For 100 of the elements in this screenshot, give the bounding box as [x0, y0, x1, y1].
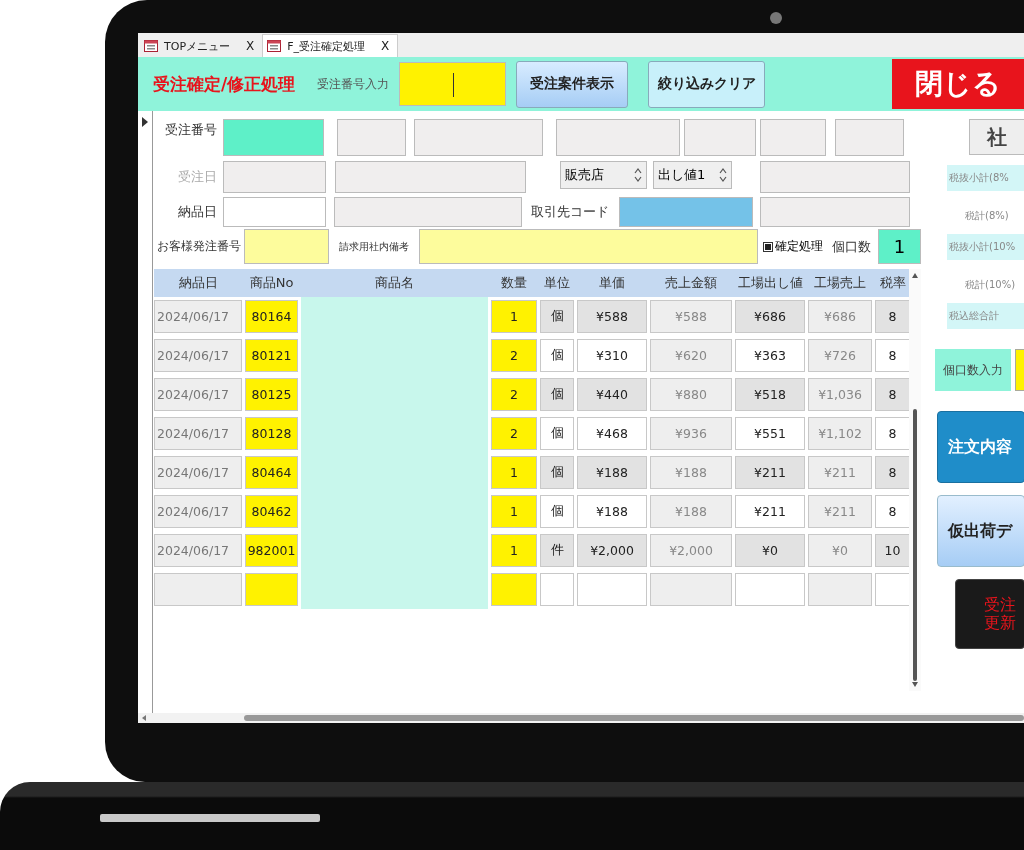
table-cell[interactable]: 2024/06/17 — [154, 378, 242, 411]
table-cell[interactable]: ¥518 — [735, 378, 805, 411]
checkbox[interactable] — [763, 241, 773, 252]
tab-close-button[interactable]: X — [246, 39, 255, 53]
table-cell[interactable]: ¥551 — [735, 417, 805, 450]
table-cell[interactable]: 80125 — [245, 378, 298, 411]
spinner-icon — [719, 168, 727, 182]
text-field[interactable] — [684, 119, 756, 156]
table-cell[interactable]: 8 — [875, 300, 910, 333]
text-field[interactable] — [414, 119, 543, 156]
table-cell[interactable]: ¥211 — [735, 495, 805, 528]
table-cell[interactable]: ¥588 — [577, 300, 647, 333]
table-cell[interactable]: 個 — [540, 339, 574, 372]
text-field[interactable] — [556, 119, 680, 156]
new-record-cell[interactable] — [650, 573, 732, 606]
dropdown[interactable]: 販売店 — [560, 161, 647, 189]
text-field[interactable] — [223, 197, 326, 227]
table-cell[interactable]: 個 — [540, 456, 574, 489]
text-field[interactable] — [337, 119, 406, 156]
header-button[interactable]: 受注案件表示 — [516, 60, 629, 108]
masked-cell[interactable] — [301, 570, 488, 609]
table-cell[interactable]: 2024/06/17 — [154, 534, 242, 567]
dropdown[interactable]: 出し値1 — [653, 161, 732, 189]
table-cell[interactable]: 2 — [491, 378, 537, 411]
table-cell[interactable]: ¥2,000 — [577, 534, 647, 567]
text-field[interactable] — [760, 197, 910, 227]
new-record-cell[interactable] — [735, 573, 805, 606]
text-field[interactable] — [760, 119, 826, 156]
table-cell[interactable]: ¥468 — [577, 417, 647, 450]
action-button[interactable]: 仮出荷デ — [937, 495, 1024, 567]
table-cell[interactable]: 10 — [875, 534, 910, 567]
horizontal-scrollbar[interactable] — [138, 713, 1024, 723]
table-cell[interactable]: 8 — [875, 417, 910, 450]
table-cell[interactable]: 個 — [540, 378, 574, 411]
document-tab[interactable]: F_受注確定処理 X — [262, 34, 399, 57]
table-cell[interactable]: 件 — [540, 534, 574, 567]
new-record-cell[interactable] — [577, 573, 647, 606]
table-cell[interactable]: 2024/06/17 — [154, 456, 242, 489]
table-cell[interactable]: ¥440 — [577, 378, 647, 411]
table-cell[interactable]: ¥363 — [735, 339, 805, 372]
text-field[interactable] — [244, 229, 329, 264]
new-record-cell[interactable] — [245, 573, 298, 606]
header-button[interactable]: 絞り込みクリア — [648, 60, 766, 108]
table-cell[interactable]: 個 — [540, 495, 574, 528]
table-cell[interactable]: ¥686 — [735, 300, 805, 333]
parcel-count-field[interactable] — [1015, 349, 1024, 391]
table-cell[interactable]: ¥211 — [735, 456, 805, 489]
table-cell[interactable]: 80121 — [245, 339, 298, 372]
order-number-field[interactable] — [399, 62, 507, 106]
text-field[interactable]: 1 — [878, 229, 921, 264]
action-button[interactable]: 受注 更新 — [955, 579, 1024, 649]
table-cell[interactable]: 80462 — [245, 495, 298, 528]
table-cell[interactable]: 個 — [540, 417, 574, 450]
text-field[interactable] — [619, 197, 753, 227]
close-button[interactable]: 閉じる — [892, 59, 1024, 109]
column-header: 税率 — [878, 274, 907, 292]
table-cell[interactable]: 80464 — [245, 456, 298, 489]
table-cell[interactable]: 2024/06/17 — [154, 417, 242, 450]
table-cell[interactable]: 2024/06/17 — [154, 339, 242, 372]
text-field[interactable] — [419, 229, 758, 264]
text-field[interactable] — [223, 161, 326, 193]
table-cell[interactable]: 2024/06/17 — [154, 495, 242, 528]
table-cell[interactable]: 1 — [491, 495, 537, 528]
new-record-cell[interactable] — [491, 573, 537, 606]
new-record-cell[interactable] — [154, 573, 242, 606]
table-cell[interactable]: ¥188 — [577, 456, 647, 489]
tab-close-button[interactable]: X — [381, 39, 390, 53]
table-cell[interactable]: 982001 — [245, 534, 298, 567]
text-field[interactable] — [334, 197, 522, 227]
text-field[interactable] — [835, 119, 904, 156]
table-cell[interactable]: 1 — [491, 534, 537, 567]
table-cell[interactable]: ¥188 — [577, 495, 647, 528]
table-cell[interactable]: 80128 — [245, 417, 298, 450]
table-cell[interactable]: 個 — [540, 300, 574, 333]
text-field[interactable] — [760, 161, 910, 193]
new-record-cell[interactable] — [808, 573, 872, 606]
tab-label: TOPメニュー — [164, 38, 230, 54]
table-cell[interactable]: 8 — [875, 495, 910, 528]
column-header: 商品名 — [374, 274, 415, 292]
table-cell[interactable]: ¥310 — [577, 339, 647, 372]
form-title: 受注確定/修正処理 — [153, 72, 296, 96]
table-cell[interactable]: 2024/06/17 — [154, 300, 242, 333]
table-cell[interactable]: 8 — [875, 339, 910, 372]
new-record-cell[interactable] — [540, 573, 574, 606]
form-icon — [267, 40, 282, 52]
table-cell[interactable]: ¥0 — [735, 534, 805, 567]
text-field[interactable] — [223, 119, 324, 156]
table-cell[interactable]: 80164 — [245, 300, 298, 333]
table-cell[interactable]: 8 — [875, 378, 910, 411]
side-button[interactable]: 社 — [969, 119, 1024, 155]
action-button[interactable]: 注文内容 — [937, 411, 1024, 483]
table-cell[interactable]: 8 — [875, 456, 910, 489]
table-cell[interactable]: 2 — [491, 417, 537, 450]
table-cell[interactable]: 2 — [491, 339, 537, 372]
new-record-cell[interactable] — [875, 573, 910, 606]
column-header: 売上金額 — [664, 274, 718, 292]
table-cell[interactable]: 1 — [491, 300, 537, 333]
text-field[interactable] — [335, 161, 526, 193]
field-label: 受注日 — [177, 168, 218, 186]
table-cell[interactable]: 1 — [491, 456, 537, 489]
